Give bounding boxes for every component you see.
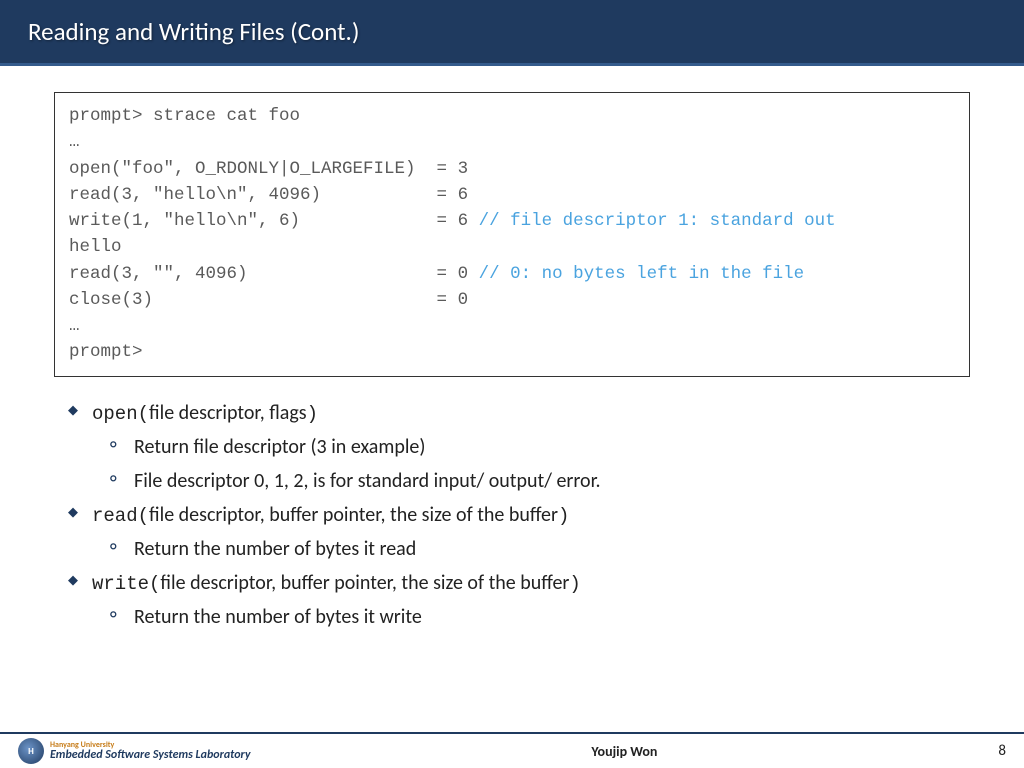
footer-affiliation: H Hanyang University Embedded Software S… bbox=[18, 738, 250, 764]
sub-bullet: Return file descriptor (3 in example) bbox=[110, 435, 970, 459]
bullet-text: file descriptor, buffer pointer, the siz… bbox=[160, 571, 569, 595]
bullet-list: open(file descriptor, flags) Return file… bbox=[54, 401, 970, 629]
code-span: ) bbox=[558, 505, 569, 527]
code-comment: // file descriptor 1: standard out bbox=[479, 211, 836, 231]
code-span: write( bbox=[92, 573, 160, 595]
lab-label: Hanyang University Embedded Software Sys… bbox=[50, 741, 250, 761]
code-line: read(3, "hello\n", 4096) = 6 bbox=[69, 185, 468, 205]
university-logo-icon: H bbox=[18, 738, 44, 764]
sub-bullet: Return the number of bytes it write bbox=[110, 605, 970, 629]
bullet-text: file descriptor, buffer pointer, the siz… bbox=[149, 503, 558, 527]
page-number: 8 bbox=[998, 742, 1006, 760]
code-span: ) bbox=[307, 403, 318, 425]
slide-title: Reading and Writing Files (Cont.) bbox=[28, 16, 996, 47]
code-block: prompt> strace cat foo … open("foo", O_R… bbox=[54, 92, 970, 377]
sub-bullet: Return the number of bytes it read bbox=[110, 537, 970, 561]
bullet-write: write(file descriptor, buffer pointer, t… bbox=[68, 571, 970, 595]
code-span: ) bbox=[569, 573, 580, 595]
code-line: close(3) = 0 bbox=[69, 290, 468, 310]
code-line: write(1, "hello\n", 6) = 6 bbox=[69, 211, 479, 231]
lab-name: Embedded Software Systems Laboratory bbox=[50, 749, 250, 761]
bullet-read: read(file descriptor, buffer pointer, th… bbox=[68, 503, 970, 527]
code-span: read( bbox=[92, 505, 149, 527]
code-line: hello bbox=[69, 237, 122, 257]
code-line: … bbox=[69, 132, 80, 152]
bullet-open: open(file descriptor, flags) bbox=[68, 401, 970, 425]
code-line: read(3, "", 4096) = 0 bbox=[69, 264, 479, 284]
slide-footer: H Hanyang University Embedded Software S… bbox=[0, 732, 1024, 768]
code-line: … bbox=[69, 316, 80, 336]
bullet-text: file descriptor, flags bbox=[149, 401, 307, 425]
code-comment: // 0: no bytes left in the file bbox=[479, 264, 805, 284]
code-span: open( bbox=[92, 403, 149, 425]
code-line: prompt> strace cat foo bbox=[69, 106, 300, 126]
author-name: Youjip Won bbox=[250, 743, 998, 760]
slide-content: prompt> strace cat foo … open("foo", O_R… bbox=[0, 66, 1024, 629]
code-line: open("foo", O_RDONLY|O_LARGEFILE) = 3 bbox=[69, 159, 468, 179]
slide-header: Reading and Writing Files (Cont.) bbox=[0, 0, 1024, 66]
code-line: prompt> bbox=[69, 342, 143, 362]
sub-bullet: File descriptor 0, 1, 2, is for standard… bbox=[110, 469, 970, 493]
